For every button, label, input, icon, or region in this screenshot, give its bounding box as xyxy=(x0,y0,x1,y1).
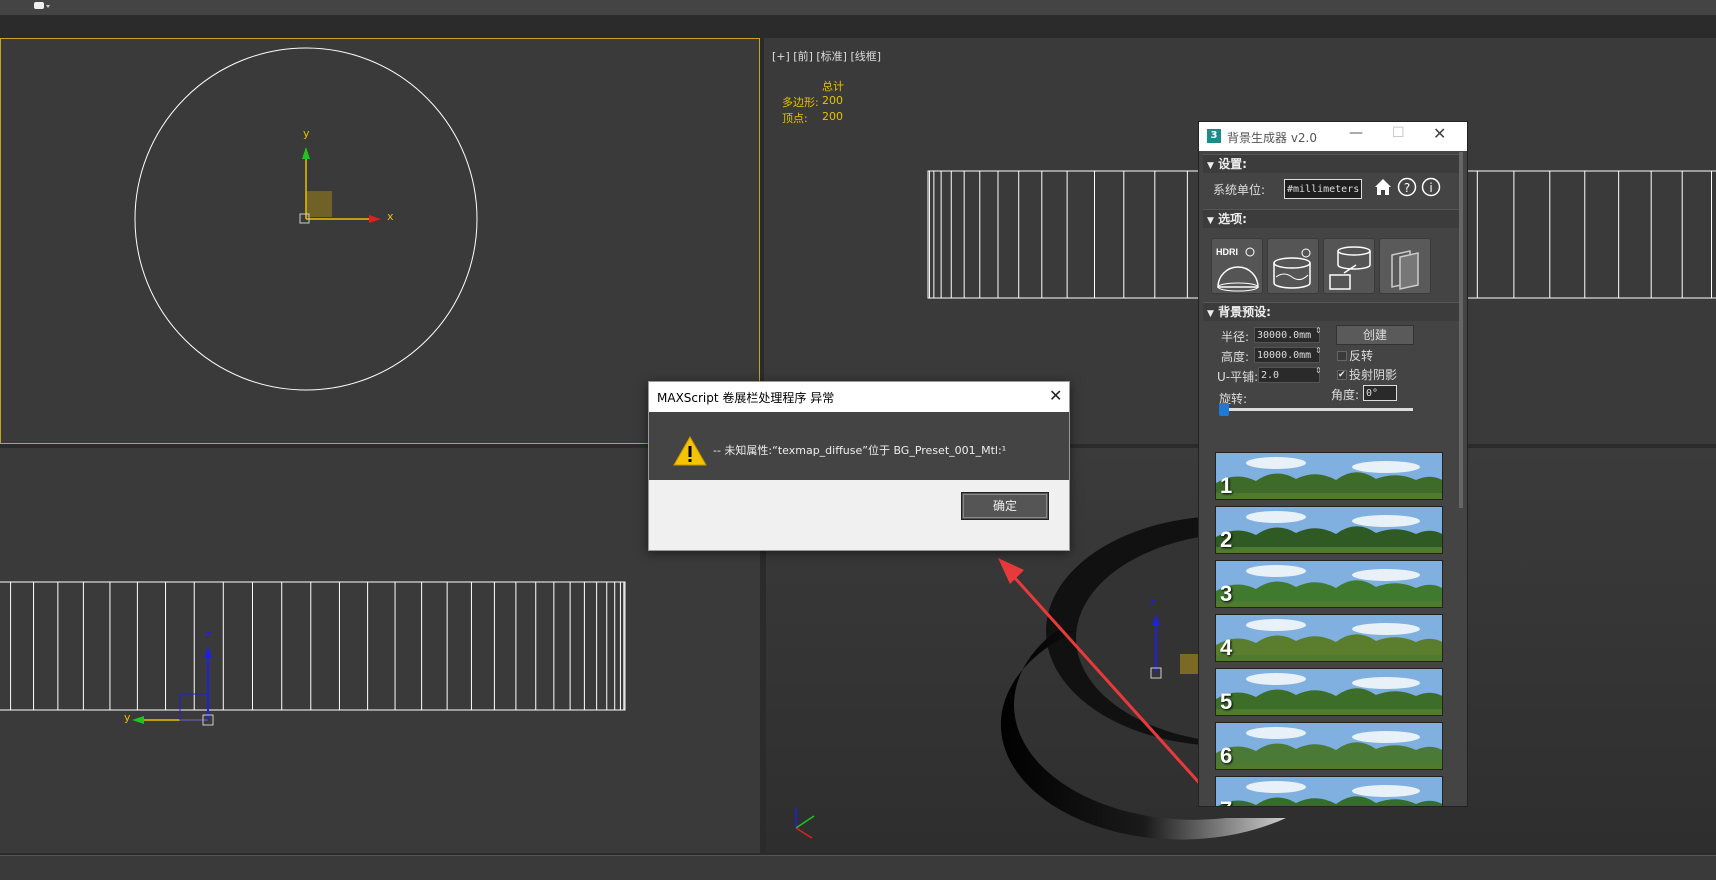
collapse-arrow-icon: ▼ xyxy=(1207,309,1214,319)
radius-label: 半径: xyxy=(1221,330,1250,344)
preset-item[interactable]: 1 xyxy=(1215,452,1443,500)
collapse-arrow-icon: ▼ xyxy=(1207,216,1214,226)
flip-checkbox[interactable] xyxy=(1337,351,1347,361)
axis-z-label-persp: z xyxy=(1150,596,1156,609)
unit-label: 系统单位: xyxy=(1213,183,1266,197)
svg-text:?: ? xyxy=(1404,181,1410,195)
top-toolbar xyxy=(0,0,1716,16)
preset-number: 4 xyxy=(1220,635,1233,660)
preset-item[interactable]: 6 xyxy=(1215,722,1443,770)
create-button[interactable]: 创建 xyxy=(1336,325,1414,345)
flip-label: 反转 xyxy=(1349,349,1374,363)
dialog-message: -- 未知属性:“texmap_diffuse”位于 BG_Preset_001… xyxy=(713,444,1007,457)
preset-thumbnail-image xyxy=(1216,453,1442,499)
radius-spinner[interactable] xyxy=(1254,327,1320,343)
info-icon[interactable]: i xyxy=(1421,177,1441,200)
panel-titlebar[interactable]: 3 背景生成器 v2.0 — ☐ ✕ xyxy=(1199,122,1467,151)
max-app-icon: 3 xyxy=(1207,129,1221,143)
preset-item[interactable]: 4 xyxy=(1215,614,1443,662)
hdri-dome-button[interactable]: HDRI xyxy=(1211,238,1263,294)
ok-button[interactable]: 确定 xyxy=(961,492,1049,520)
preset-number: 6 xyxy=(1220,743,1233,768)
utile-spinner[interactable] xyxy=(1258,367,1320,383)
background-generator-panel: 3 背景生成器 v2.0 — ☐ ✕ ▼ 设置: 系统单位: ? i ▼ 选项:… xyxy=(1198,121,1468,807)
presets-rollout-header[interactable]: ▼ 背景预设: xyxy=(1203,302,1461,321)
dialog-title: MAXScript 卷展栏处理程序 异常 xyxy=(657,391,835,405)
preset-number: 7 xyxy=(1220,797,1232,806)
preset-number: 1 xyxy=(1220,473,1233,498)
height-spinner[interactable] xyxy=(1254,347,1320,363)
dialog-footer: 确定 xyxy=(649,480,1069,550)
axis-x-label: x xyxy=(387,210,394,223)
preset-item[interactable]: 5 xyxy=(1215,668,1443,716)
preset-number: 2 xyxy=(1220,527,1233,552)
warning-icon xyxy=(673,436,707,466)
height-label: 高度: xyxy=(1221,350,1250,364)
planes-icon xyxy=(1391,250,1419,290)
options-title: 选项: xyxy=(1218,212,1247,226)
viewport-left[interactable]: y z xyxy=(0,448,760,853)
presets-title: 背景预设: xyxy=(1218,305,1271,319)
angle-label: 角度: xyxy=(1331,388,1360,402)
status-bar xyxy=(0,855,1716,880)
preset-thumbnail-image xyxy=(1216,507,1442,553)
axis-y-label: y xyxy=(303,127,310,140)
hdri-dome-icon: HDRI xyxy=(1216,247,1259,292)
preset-item[interactable]: 2 xyxy=(1215,506,1443,554)
settings-title: 设置: xyxy=(1218,157,1247,171)
svg-text:HDRI: HDRI xyxy=(1216,247,1238,257)
svg-text:i: i xyxy=(1429,181,1432,195)
panel-title: 背景生成器 v2.0 xyxy=(1227,131,1318,145)
preset-number: 3 xyxy=(1220,581,1233,606)
image-to-cylinder-button[interactable] xyxy=(1323,238,1375,294)
chevron-down-icon xyxy=(34,2,50,9)
camera-dropdown[interactable] xyxy=(30,0,52,12)
collapse-arrow-icon: ▼ xyxy=(1207,161,1214,171)
spinner-arrows-icon[interactable]: ⇕ xyxy=(1315,326,1322,335)
shadow-label: 投射阴影 xyxy=(1349,368,1398,382)
panel-scrollbar[interactable] xyxy=(1459,152,1463,508)
close-button[interactable]: ✕ xyxy=(1433,124,1446,143)
spinner-arrows-icon[interactable]: ⇕ xyxy=(1315,366,1322,375)
cylinder-background-button[interactable] xyxy=(1267,238,1319,294)
axis-z-label-left: z xyxy=(205,628,211,641)
preset-number: 5 xyxy=(1220,689,1233,714)
help-icon[interactable]: ? xyxy=(1397,177,1417,200)
preset-item[interactable]: 3 xyxy=(1215,560,1443,608)
preset-thumbnail-image xyxy=(1216,723,1442,769)
dialog-close-button[interactable]: ✕ xyxy=(1049,386,1062,405)
dialog-body: -- 未知属性:“texmap_diffuse”位于 BG_Preset_001… xyxy=(649,412,1069,480)
rotate-slider-track[interactable] xyxy=(1219,408,1413,411)
preset-thumbnail-image xyxy=(1216,561,1442,607)
angle-field[interactable] xyxy=(1363,385,1397,401)
preset-thumbnail-image xyxy=(1216,615,1442,661)
preset-item[interactable]: 7 xyxy=(1215,776,1443,806)
options-rollout-header[interactable]: ▼ 选项: xyxy=(1203,209,1461,228)
viewport-top[interactable]: y x xyxy=(0,38,760,444)
rotate-slider-thumb[interactable] xyxy=(1219,403,1229,416)
dialog-titlebar[interactable]: MAXScript 卷展栏处理程序 异常 ✕ xyxy=(649,382,1069,412)
shadow-checkbox[interactable]: ✔ xyxy=(1337,370,1347,380)
axis-y-label-left: y xyxy=(124,711,131,724)
preset-thumbnail-image xyxy=(1216,669,1442,715)
minimize-button[interactable]: — xyxy=(1349,125,1363,141)
image-cylinder-icon xyxy=(1329,246,1371,290)
plane-background-button[interactable] xyxy=(1379,238,1431,294)
preset-thumbnail-image xyxy=(1216,777,1442,806)
settings-rollout-header[interactable]: ▼ 设置: xyxy=(1203,154,1461,173)
cylinder-sun-icon xyxy=(1273,248,1311,289)
left-view-gizmo xyxy=(132,646,214,726)
maxscript-error-dialog: MAXScript 卷展栏处理程序 异常 ✕ -- 未知属性:“texmap_d… xyxy=(648,381,1070,551)
maximize-button[interactable]: ☐ xyxy=(1392,125,1405,141)
toolbar-strip xyxy=(0,15,1716,35)
top-view-drawing xyxy=(134,47,478,391)
spinner-arrows-icon[interactable]: ⇕ xyxy=(1315,346,1322,355)
unit-field[interactable] xyxy=(1284,179,1362,199)
utile-label: U-平铺: xyxy=(1217,370,1259,384)
home-icon[interactable] xyxy=(1373,177,1393,200)
